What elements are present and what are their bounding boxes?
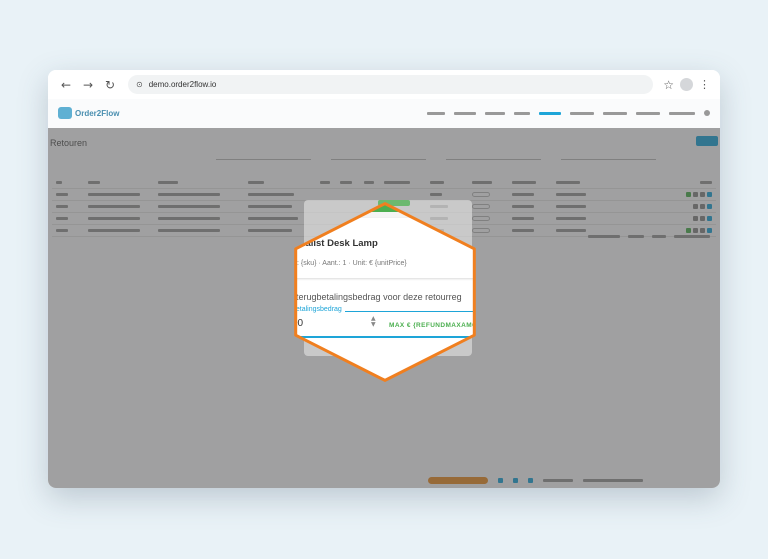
hexagon-highlight-frame bbox=[294, 202, 476, 382]
nav-item[interactable] bbox=[636, 111, 660, 115]
url-text: demo.order2flow.io bbox=[148, 80, 217, 89]
address-bar[interactable]: ⊙ demo.order2flow.io bbox=[128, 75, 654, 94]
forward-icon[interactable]: → bbox=[80, 77, 96, 93]
profile-avatar[interactable] bbox=[680, 78, 693, 91]
nav-item[interactable] bbox=[514, 111, 530, 115]
nav-item[interactable] bbox=[427, 111, 445, 115]
nav-item[interactable] bbox=[454, 111, 476, 115]
back-icon[interactable]: ← bbox=[58, 77, 74, 93]
logo-icon bbox=[58, 107, 72, 119]
app-logo[interactable]: Order2Flow bbox=[58, 107, 119, 119]
zoom-callout: malist Desk Lamp : {sku} · Aant.: 1 · Un… bbox=[292, 198, 478, 386]
browser-actions: ☆ ⋮ bbox=[663, 78, 710, 92]
nav-item[interactable] bbox=[669, 111, 695, 115]
nav-item[interactable] bbox=[603, 111, 627, 115]
browser-toolbar: ← → ↻ ⊙ demo.order2flow.io ☆ ⋮ bbox=[48, 70, 720, 99]
browser-menu-icon[interactable]: ⋮ bbox=[699, 78, 710, 91]
site-info-icon[interactable]: ⊙ bbox=[136, 80, 143, 89]
nav-item-active[interactable] bbox=[539, 111, 561, 115]
top-navigation bbox=[427, 110, 710, 116]
logo-text: Order2Flow bbox=[75, 108, 120, 118]
reload-icon[interactable]: ↻ bbox=[102, 77, 118, 93]
user-icon[interactable] bbox=[704, 110, 710, 116]
app-header: Order2Flow bbox=[48, 99, 720, 127]
bookmark-star-icon[interactable]: ☆ bbox=[663, 78, 674, 92]
nav-item[interactable] bbox=[485, 111, 505, 115]
nav-item[interactable] bbox=[570, 111, 594, 115]
